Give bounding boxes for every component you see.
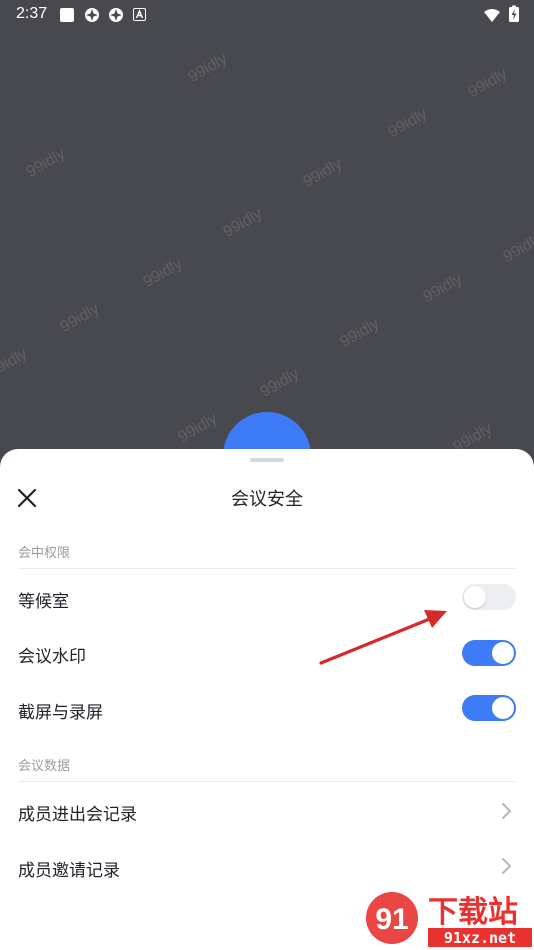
aperture-notification-icon-2 bbox=[109, 8, 123, 22]
a-notification-icon bbox=[133, 8, 146, 21]
member-invite-record-label[interactable]: 成员邀请记录 bbox=[18, 856, 120, 881]
watermark-text: 99idly bbox=[500, 230, 534, 266]
status-bar: 2:37 bbox=[0, 0, 534, 30]
screenshot-recording-toggle[interactable] bbox=[462, 695, 516, 721]
watermark-text: 99idly bbox=[175, 410, 221, 446]
sheet-drag-handle[interactable] bbox=[250, 458, 284, 462]
toggle-knob bbox=[492, 642, 514, 664]
brand-logo-title: 下载站 bbox=[428, 895, 518, 930]
wifi-icon bbox=[484, 9, 500, 22]
toggle-knob bbox=[464, 586, 486, 608]
toggle-knob bbox=[492, 697, 514, 719]
aperture-notification-icon bbox=[85, 8, 99, 22]
section-label-in-meeting-permissions: 会中权限 bbox=[18, 546, 71, 561]
watermark-text: 99idly bbox=[300, 155, 346, 191]
brand-logo-mark: 91 bbox=[375, 903, 408, 936]
watermark-text: 99idly bbox=[337, 315, 383, 351]
status-time: 2:37 bbox=[16, 5, 48, 22]
member-attendance-record-label[interactable]: 成员进出会记录 bbox=[18, 800, 137, 825]
meeting-security-sheet: 会议安全 会中权限 等候室 会议水印 截屏与录屏 会议数据 成员进出会记录 成员… bbox=[0, 449, 534, 950]
app-notification-icon bbox=[60, 8, 74, 22]
watermark-text: 99idly bbox=[57, 300, 103, 336]
watermark-text: 99idly bbox=[23, 145, 69, 181]
watermark-text: 99idly bbox=[465, 65, 511, 101]
watermark-text: 99idly bbox=[0, 345, 31, 381]
chevron-right-icon[interactable] bbox=[498, 856, 514, 876]
watermark-text: 99idly bbox=[185, 50, 231, 86]
brand-logo-url: 91xz.net bbox=[444, 929, 516, 947]
waiting-room-label: 等候室 bbox=[18, 592, 69, 612]
divider bbox=[18, 781, 516, 782]
battery-charging-icon bbox=[509, 5, 519, 22]
sheet-title: 会议安全 bbox=[231, 489, 303, 510]
chevron-right-icon[interactable] bbox=[498, 801, 514, 821]
meeting-watermark-label: 会议水印 bbox=[18, 647, 86, 667]
divider bbox=[18, 568, 516, 569]
watermark-text: 99idly bbox=[420, 270, 466, 306]
watermark-text: 99idly bbox=[385, 105, 431, 141]
brand-logo: 91 下载站 91xz.net bbox=[366, 892, 532, 947]
meeting-watermark-toggle[interactable] bbox=[462, 640, 516, 666]
section-label-meeting-data: 会议数据 bbox=[18, 759, 71, 774]
watermark-text: 99idly bbox=[257, 365, 303, 401]
screenshot-recording-label: 截屏与录屏 bbox=[18, 703, 103, 723]
watermark-text: 99idly bbox=[220, 205, 266, 241]
watermark-text: 99idly bbox=[140, 255, 186, 291]
waiting-room-toggle[interactable] bbox=[462, 584, 516, 610]
